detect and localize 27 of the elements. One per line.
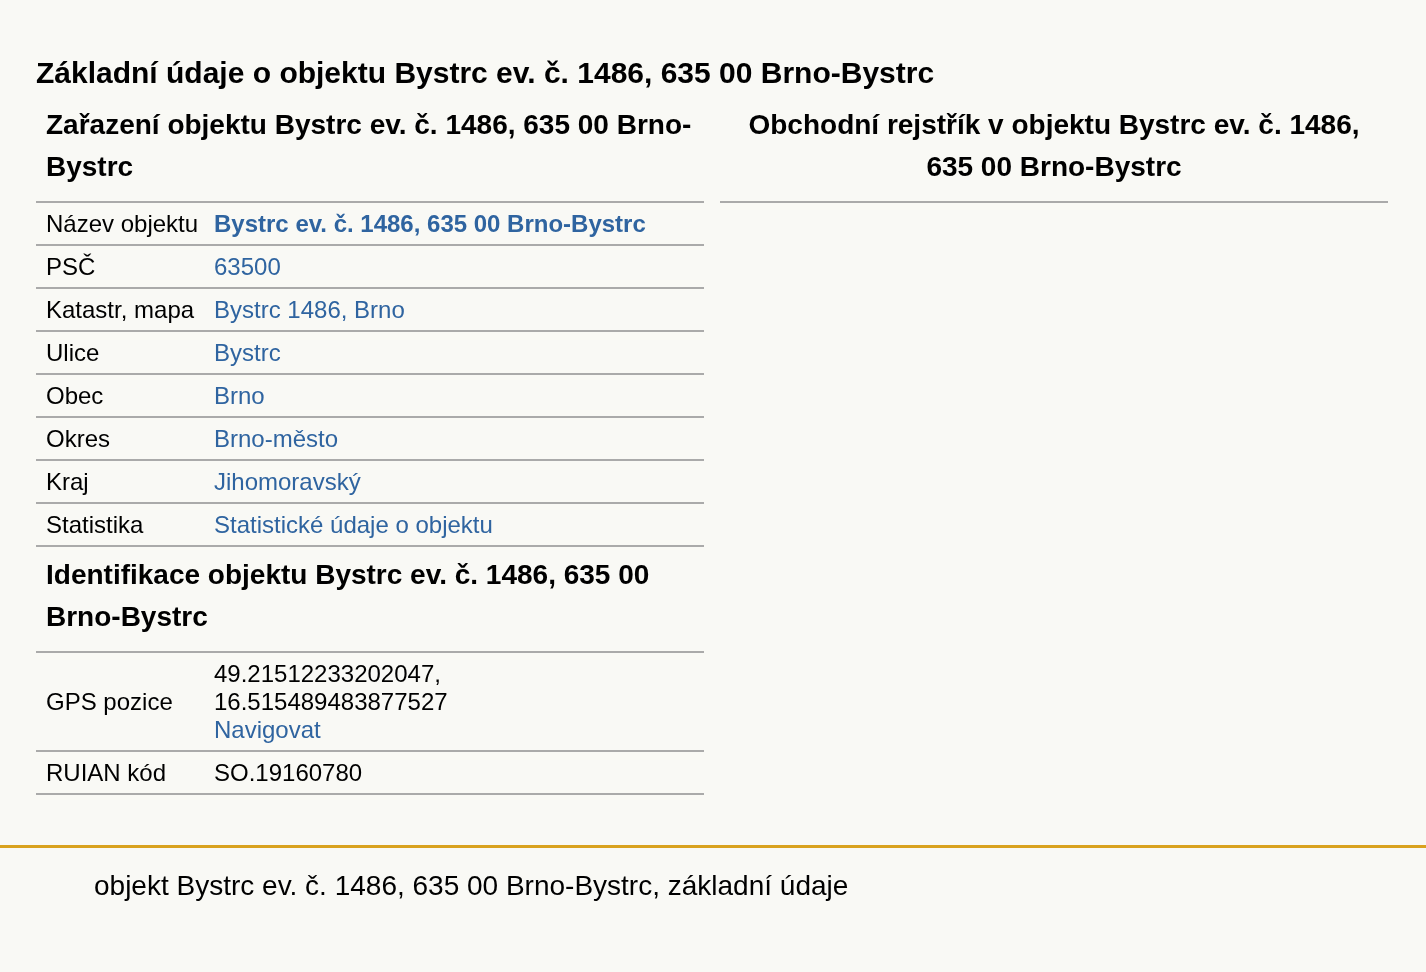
row-label: PSČ — [36, 245, 214, 288]
row-label: Obec — [36, 374, 214, 417]
value-text: SO.19160780 — [214, 759, 364, 787]
row-label: GPS pozice — [36, 653, 214, 751]
value-link[interactable]: Brno-město — [214, 425, 694, 453]
section-heading: Identifikace objektu Bystrc ev. č. 1486, 635 00 Brno-Bystrc — [36, 547, 704, 653]
row-label: Statistika — [36, 503, 214, 546]
row-label: Název objektu — [36, 203, 214, 245]
value-text: 49.21512233202047, — [214, 660, 442, 688]
value-link[interactable]: Jihomoravský — [214, 468, 694, 496]
row-label: RUIAN kód — [36, 751, 214, 794]
value-link[interactable]: Bystrc 1486, Brno — [214, 296, 694, 324]
value-link[interactable]: Bystrc — [214, 339, 694, 367]
section-heading: Obchodní rejstřík v objektu Bystrc ev. č. 1486, 635 00 Brno-Bystrc — [720, 97, 1388, 203]
footer-text: objekt Bystrc ev. č. 1486, 635 00 Brno-Bystrc, základní údaje — [94, 870, 849, 901]
value-link[interactable]: Bystrc ev. č. 1486, 635 00 Brno-Bystrc — [214, 210, 694, 238]
page-title: Základní údaje o objektu Bystrc ev. č. 1486, 635 00 Brno-Bystrc — [36, 55, 936, 91]
value-link[interactable]: 63500 — [214, 253, 694, 281]
row-label: Katastr, mapa — [36, 288, 214, 331]
value-link[interactable]: Statistické údaje o objektu — [214, 511, 694, 539]
row-label: Ulice — [36, 331, 214, 374]
value-link[interactable]: Brno — [214, 382, 694, 410]
value-link[interactable]: Navigovat — [214, 716, 694, 744]
section-heading: Zařazení objektu Bystrc ev. č. 1486, 635 00 Brno-Bystrc — [36, 97, 704, 203]
row-label: Okres — [36, 417, 214, 460]
row-label: Kraj — [36, 460, 214, 503]
value-text: 16.515489483877527 — [214, 688, 449, 716]
